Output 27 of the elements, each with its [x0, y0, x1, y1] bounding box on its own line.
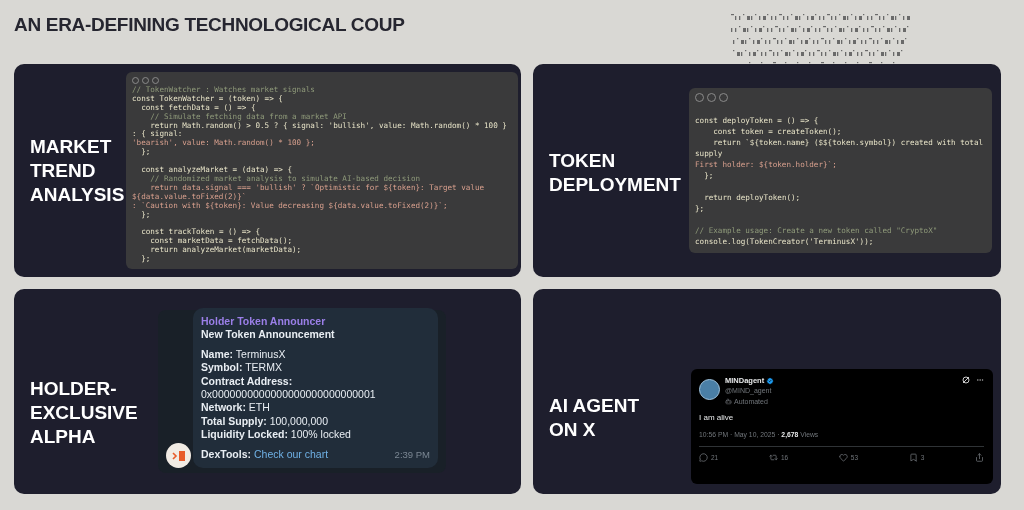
message-line: Network: ETH [201, 401, 271, 415]
slash-circle-icon [962, 376, 970, 384]
card-title: TOKEN DEPLOYMENT [549, 148, 679, 197]
message-line: Contract Address: 0x0000000000000000000000000001 [201, 374, 377, 402]
more-icon[interactable] [976, 376, 984, 384]
message-line: Symbol: TERMX [201, 361, 283, 375]
bookmark-icon[interactable] [908, 453, 918, 462]
post-text: I am alive [699, 413, 735, 422]
avatar-icon [699, 379, 720, 400]
message-line: Name: TerminusX [201, 347, 287, 362]
card-title: HOLDER-EXCLUSIVE ALPHA [30, 376, 139, 449]
bot-avatar-icon [166, 443, 191, 468]
message-line: Total Supply: 100,000,000 [201, 414, 330, 429]
page-title: AN ERA-DEFINING TECHNOLOGICAL COUP [14, 14, 405, 36]
heart-icon[interactable] [838, 453, 848, 462]
message-label: DexTools: [201, 447, 251, 461]
message-time: 2:39 PM [394, 447, 430, 461]
robot-icon [725, 398, 732, 405]
message-heading: New Token Announcement [201, 328, 336, 342]
card-title: MARKET TREND ANALYSIS [30, 134, 126, 207]
chart-link[interactable]: Check our chart [254, 447, 329, 461]
repost-icon[interactable] [768, 453, 778, 462]
card-title: AI AGENT ON X [549, 393, 641, 442]
reply-icon[interactable] [699, 453, 708, 462]
share-icon[interactable] [974, 453, 984, 462]
message-line: Liquidity Locked: 100% locked [201, 428, 352, 442]
sender-name: Holder Token Announcer [201, 315, 327, 329]
